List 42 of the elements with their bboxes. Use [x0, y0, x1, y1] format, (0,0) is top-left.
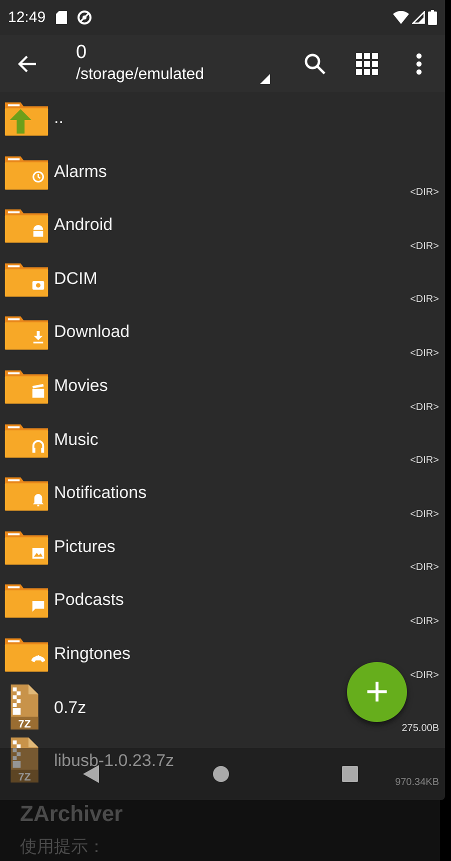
file-size: <DIR>: [410, 294, 439, 306]
file-size: <DIR>: [410, 348, 439, 359]
data-saver-icon: [76, 10, 92, 25]
wifi-icon: [393, 11, 409, 24]
back-nav-icon[interactable]: [83, 765, 99, 783]
dialog-heading: 使用提示：: [20, 836, 106, 858]
file-name: Podcasts: [54, 590, 124, 610]
more-options-icon[interactable]: [416, 52, 422, 74]
sd-card-icon: [56, 11, 67, 24]
back-arrow-icon[interactable]: [17, 54, 37, 72]
file-name: Alarms: [54, 162, 107, 182]
file-size: <DIR>: [410, 508, 439, 520]
folder-path[interactable]: /storage/emulated: [76, 64, 204, 86]
home-nav-icon[interactable]: [213, 766, 229, 782]
signal-icon: [412, 11, 425, 24]
file-name: Android: [54, 215, 113, 236]
file-name: Pictures: [54, 536, 116, 557]
file-size: 275.00B: [402, 723, 439, 734]
file-size: <DIR>: [410, 187, 439, 198]
file-size: <DIR>: [410, 562, 439, 574]
file-size: <DIR>: [410, 240, 439, 252]
search-icon[interactable]: [304, 52, 326, 74]
file-name: Ringtones: [54, 644, 131, 664]
battery-icon: [428, 10, 437, 25]
file-name: Download: [54, 322, 130, 342]
file-size: 970.34KB: [395, 776, 439, 788]
file-name: Music: [54, 430, 98, 450]
file-name: libusb-1.0.23.7z: [54, 751, 174, 772]
file-name: ..: [54, 108, 64, 128]
file-name: Notifications: [54, 483, 147, 504]
status-time: 12:49: [8, 9, 46, 26]
file-name: Movies: [54, 376, 108, 396]
dropdown-corner-icon[interactable]: [260, 74, 270, 84]
dialog-title: ZArchiver: [20, 800, 124, 827]
grid-view-icon[interactable]: [356, 52, 378, 74]
file-name: DCIM: [54, 268, 98, 289]
file-size: <DIR>: [410, 455, 439, 466]
file-name: 0.7z: [54, 698, 86, 718]
file-size: <DIR>: [410, 616, 439, 627]
file-size: <DIR>: [410, 670, 439, 681]
folder-title: 0: [76, 42, 87, 64]
file-size: <DIR>: [410, 402, 439, 413]
